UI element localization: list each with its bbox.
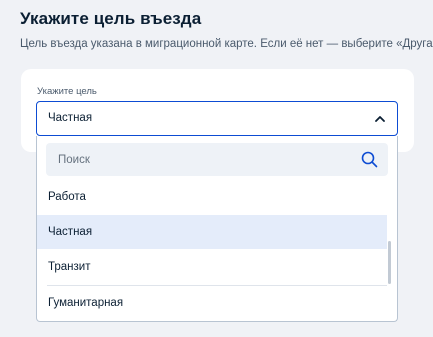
purpose-field-label: Укажите цель	[37, 86, 97, 97]
purpose-select[interactable]: Частная	[36, 101, 398, 136]
purpose-select-value: Частная	[48, 112, 93, 124]
option-gumanitarnaya[interactable]: Гуманитарная	[47, 285, 387, 319]
dropdown-search[interactable]	[46, 143, 388, 176]
page-subtitle: Цель въезда указана в миграционной карте…	[20, 38, 433, 50]
search-icon[interactable]	[361, 151, 378, 168]
purpose-dropdown: Работа Частная Транзит Гуманитарная	[36, 136, 398, 322]
dropdown-scrollbar[interactable]	[388, 241, 391, 284]
option-rabota[interactable]: Работа	[37, 180, 387, 214]
search-input[interactable]	[46, 143, 346, 176]
page-title: Укажите цель въезда	[20, 9, 202, 28]
option-chastnaya[interactable]: Частная	[37, 215, 387, 249]
chevron-up-icon[interactable]	[373, 112, 387, 126]
option-tranzit[interactable]: Транзит	[37, 250, 387, 284]
